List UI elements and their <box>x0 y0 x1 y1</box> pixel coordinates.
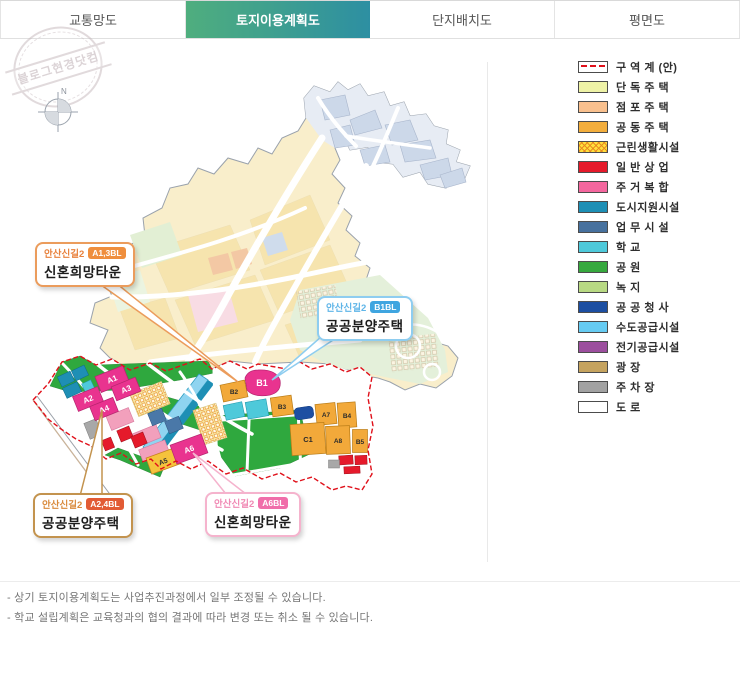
legend-row: 학 교 <box>578 237 736 257</box>
legend-row: 도 로 <box>578 397 736 417</box>
legend-row: 공 동 주 택 <box>578 117 736 137</box>
legend-row: 주 차 장 <box>578 377 736 397</box>
callout-title: 신혼희망타운 <box>214 515 292 530</box>
legend-swatch-boundary <box>578 61 608 73</box>
legend-row: 공 원 <box>578 257 736 277</box>
footnotes: - 상기 토지이용계획도는 사업추진과정에서 일부 조정될 수 있습니다. - … <box>0 581 740 629</box>
legend-row: 구 역 계 (안) <box>578 57 736 77</box>
legend-label: 녹 지 <box>616 282 641 294</box>
legend-swatch-public-office <box>578 301 608 313</box>
land-use-plan-page: { "tabs": [ {"label": "교통망도", "active": … <box>0 0 740 673</box>
callout-block-badge: A6BL <box>258 497 289 509</box>
label-b2: B2 <box>230 389 239 396</box>
tab-floor-plan[interactable]: 평면도 <box>555 1 740 38</box>
legend-row: 단 독 주 택 <box>578 77 736 97</box>
legend-row: 광 장 <box>578 357 736 377</box>
tab-traffic-map[interactable]: 교통망도 <box>0 1 186 38</box>
callout-district: 안산신길2 <box>42 500 83 511</box>
city-area <box>89 81 471 391</box>
callout-a6bl: 안산신길2 A6BL 신혼희망타운 <box>205 492 301 537</box>
legend-label: 업 무 시 설 <box>616 222 670 234</box>
label-b1: B1 <box>256 378 268 388</box>
legend-swatch-school <box>578 241 608 253</box>
legend-row: 공 공 청 사 <box>578 297 736 317</box>
legend-label: 일 반 상 업 <box>616 162 670 174</box>
callout-district: 안산신길2 <box>326 303 367 314</box>
compass-north-label: N <box>61 87 67 96</box>
callout-a13bl: 안산신길2 A1,3BL 신혼희망타운 <box>35 242 135 287</box>
callout-block-badge: B1BL <box>370 301 401 313</box>
legend-swatch-road <box>578 401 608 413</box>
legend-label: 단 독 주 택 <box>616 82 670 94</box>
compass: N <box>38 87 78 132</box>
legend-row: 녹 지 <box>578 277 736 297</box>
legend-swatch-parking <box>578 381 608 393</box>
legend-swatch-mixed-residence <box>578 181 608 193</box>
legend-label: 점 포 주 택 <box>616 102 670 114</box>
legend-label: 주 거 복 합 <box>616 182 670 194</box>
legend-row: 수도공급시설 <box>578 317 736 337</box>
callout-a24bl: 안산신길2 A2,4BL 공공분양주택 <box>33 493 133 538</box>
footnote-2: - 학교 설립계획은 교육청과의 협의 결과에 따라 변경 또는 취소 될 수 … <box>7 612 374 624</box>
map-legend: 구 역 계 (안) 단 독 주 택 점 포 주 택 공 동 주 택 근린생활시설… <box>578 57 736 417</box>
legend-row: 도시지원시설 <box>578 197 736 217</box>
legend-swatch-detached-housing <box>578 81 608 93</box>
callout-district: 안산신길2 <box>214 499 255 510</box>
legend-swatch-greenery <box>578 281 608 293</box>
legend-label: 전기공급시설 <box>616 342 680 354</box>
legend-swatch-urban-support <box>578 201 608 213</box>
legend-row: 일 반 상 업 <box>578 157 736 177</box>
legend-swatch-apartment <box>578 121 608 133</box>
label-c1: C1 <box>303 435 313 444</box>
legend-row: 전기공급시설 <box>578 337 736 357</box>
tab-land-use-plan[interactable]: 토지이용계획도 <box>186 1 370 38</box>
public-office-block <box>294 406 314 420</box>
callout-block-badge: A1,3BL <box>88 247 126 259</box>
label-b3: B3 <box>278 404 287 411</box>
legend-row: 점 포 주 택 <box>578 97 736 117</box>
label-b4: B4 <box>343 413 352 420</box>
callout-b1bl: 안산신길2 B1BL 공공분양주택 <box>317 296 413 341</box>
label-a8: A8 <box>334 438 343 445</box>
tab-bar: 교통망도 토지이용계획도 단지배치도 평면도 <box>0 0 740 39</box>
legend-swatch-neighborhood-facility <box>578 141 608 153</box>
legend-label: 학 교 <box>616 242 641 254</box>
callout-block-badge: A2,4BL <box>86 498 124 510</box>
legend-label: 광 장 <box>616 362 641 374</box>
legend-swatch-business <box>578 221 608 233</box>
callout-title: 신혼희망타운 <box>44 265 122 280</box>
legend-row: 근린생활시설 <box>578 137 736 157</box>
legend-swatch-electric-supply <box>578 341 608 353</box>
legend-label: 도 로 <box>616 402 641 414</box>
callout-district: 안산신길2 <box>44 249 85 260</box>
legend-row: 업 무 시 설 <box>578 217 736 237</box>
legend-swatch-water-supply <box>578 321 608 333</box>
callout-title: 공공분양주택 <box>326 319 404 334</box>
label-a7: A7 <box>322 412 331 419</box>
legend-label: 수도공급시설 <box>616 322 680 334</box>
footnote-1: - 상기 토지이용계획도는 사업추진과정에서 일부 조정될 수 있습니다. <box>7 592 326 604</box>
legend-label: 근린생활시설 <box>616 142 680 154</box>
legend-label: 공 공 청 사 <box>616 302 670 314</box>
parking-block-east <box>328 459 340 469</box>
callout-title: 공공분양주택 <box>42 516 120 531</box>
legend-label: 공 원 <box>616 262 641 274</box>
legend-label: 구 역 계 (안) <box>616 62 678 74</box>
legend-swatch-shop-housing <box>578 101 608 113</box>
legend-row: 주 거 복 합 <box>578 177 736 197</box>
legend-label: 주 차 장 <box>616 382 655 394</box>
label-b5: B5 <box>356 439 365 446</box>
legend-swatch-park <box>578 261 608 273</box>
legend-swatch-plaza <box>578 361 608 373</box>
legend-label: 도시지원시설 <box>616 202 680 214</box>
tab-site-layout[interactable]: 단지배치도 <box>370 1 555 38</box>
legend-label: 공 동 주 택 <box>616 122 670 134</box>
legend-swatch-commercial <box>578 161 608 173</box>
